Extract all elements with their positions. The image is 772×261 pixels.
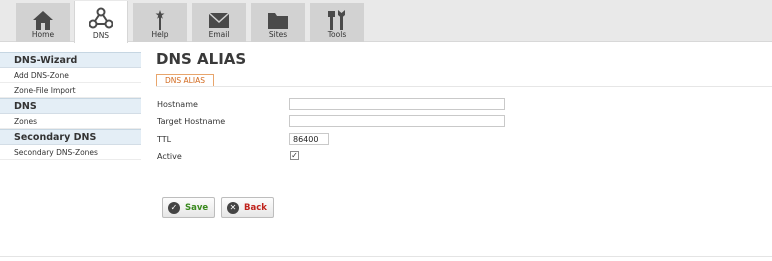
back-button[interactable]: ✕ Back (221, 197, 274, 218)
tab-dns-label: DNS (92, 31, 110, 40)
tab-help-label: Help (151, 30, 169, 39)
active-checkbox[interactable]: ✓ (290, 151, 299, 160)
envelope-icon (208, 12, 230, 28)
footer-divider (0, 256, 772, 257)
sidebar-item-zone-file-import[interactable]: Zone-File Import (0, 83, 141, 98)
tab-sites-label: Sites (268, 30, 288, 39)
sidebar-heading-dns-wizard: DNS-Wizard (0, 52, 141, 68)
top-nav: Home DNS Help Email Sites Tools (0, 0, 772, 43)
target-hostname-input[interactable] (289, 115, 505, 127)
tab-dns[interactable]: DNS (74, 1, 128, 43)
hostname-input[interactable] (289, 98, 505, 110)
tab-tools-label: Tools (327, 30, 347, 39)
target-hostname-label: Target Hostname (157, 117, 226, 126)
tab-tools[interactable]: Tools (310, 3, 364, 42)
page-title: DNS ALIAS (156, 50, 247, 68)
check-circle-icon: ✓ (168, 201, 180, 214)
hostname-label: Hostname (157, 100, 198, 109)
tab-dns-alias[interactable]: DNS ALIAS (156, 74, 214, 86)
tab-home-label: Home (31, 30, 55, 39)
tab-email-label: Email (208, 30, 230, 39)
tab-email[interactable]: Email (192, 3, 246, 42)
folder-icon (268, 13, 288, 29)
save-button-label: Save (185, 202, 209, 213)
sidebar-heading-secondary-dns: Secondary DNS (0, 129, 141, 145)
close-circle-icon: ✕ (227, 201, 239, 214)
active-label: Active (157, 152, 182, 161)
sidebar-item-add-dns-zone[interactable]: Add DNS-Zone (0, 68, 141, 83)
subtab-divider (156, 86, 772, 87)
sidebar-heading-dns: DNS (0, 98, 141, 114)
sidebar: DNS-Wizard Add DNS-Zone Zone-File Import… (0, 52, 141, 160)
home-icon (33, 11, 53, 30)
tools-icon (328, 10, 345, 30)
sidebar-item-zones[interactable]: Zones (0, 114, 141, 129)
tab-home[interactable]: Home (16, 3, 70, 42)
back-button-label: Back (244, 202, 267, 213)
tab-sites[interactable]: Sites (251, 3, 305, 42)
ttl-input[interactable] (289, 133, 329, 145)
tab-help[interactable]: Help (133, 3, 187, 42)
save-button[interactable]: ✓ Save (162, 197, 215, 218)
magic-wand-icon (155, 10, 165, 30)
ttl-label: TTL (157, 135, 172, 144)
network-icon (89, 7, 113, 29)
sidebar-item-secondary-dns-zones[interactable]: Secondary DNS-Zones (0, 145, 141, 160)
